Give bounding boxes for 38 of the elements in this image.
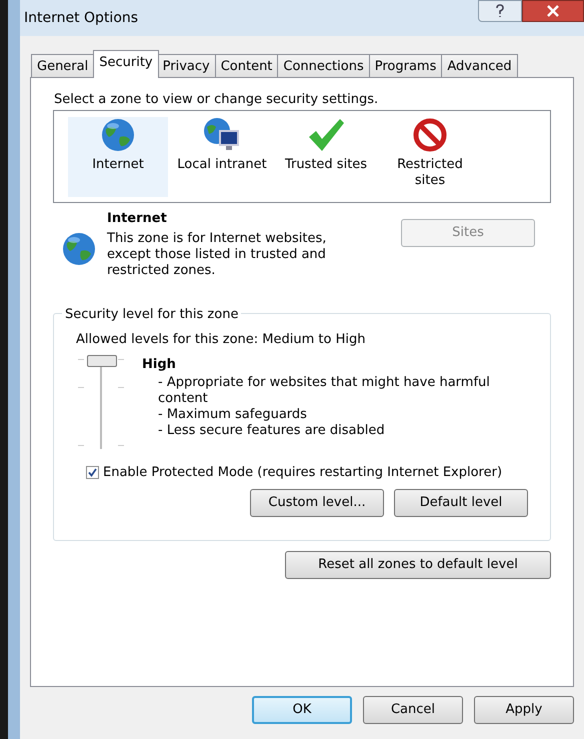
help-icon <box>495 4 505 18</box>
dialog-button[interactable]: OK <box>252 696 352 724</box>
protected-mode-label: Enable Protected Mode (requires restarting Internet Explorer) <box>103 464 502 482</box>
zone-description: This zone is for Internet websites, except those listed in trusted and restricted zones. <box>107 230 328 278</box>
globe-monitor-icon <box>202 117 242 153</box>
checkmark-icon <box>306 117 346 153</box>
tab[interactable]: Advanced <box>441 54 518 78</box>
dialog-button[interactable]: Apply <box>474 696 574 724</box>
slider-thumb[interactable] <box>87 355 117 367</box>
help-button[interactable] <box>478 0 522 22</box>
level-detail: - Maximum safeguards <box>158 406 308 422</box>
tab[interactable]: Privacy <box>156 54 216 78</box>
tab[interactable]: Content <box>214 54 278 78</box>
globe-icon <box>100 117 136 153</box>
zone-prompt: Select a zone to view or change security settings. <box>54 91 380 109</box>
close-button[interactable] <box>522 0 584 22</box>
zone-item[interactable]: Trusted sites <box>276 117 376 197</box>
dialog-button[interactable]: Cancel <box>363 696 463 724</box>
level-button[interactable]: Default level <box>394 488 528 516</box>
tab[interactable]: Programs <box>368 54 442 78</box>
zone-item[interactable]: Restricted sites <box>380 117 480 197</box>
globe-icon <box>61 231 97 267</box>
zone-item[interactable]: Internet <box>68 117 168 197</box>
tab[interactable]: Connections <box>277 54 370 78</box>
no-entry-icon <box>412 117 448 153</box>
level-name: High <box>142 356 177 374</box>
close-icon <box>547 5 559 17</box>
tab[interactable]: Security <box>93 50 159 78</box>
zone-title: Internet <box>107 210 168 228</box>
level-button[interactable]: Custom level... <box>250 488 384 516</box>
protected-mode-checkbox[interactable] <box>86 466 99 480</box>
reset-zones-button[interactable]: Reset all zones to default level <box>285 550 551 578</box>
zone-item[interactable]: Local intranet <box>172 117 272 197</box>
tab[interactable]: General <box>31 54 94 78</box>
level-detail: - Appropriate for websites that might have harmful content <box>158 374 491 406</box>
level-detail: - Less secure features are disabled <box>158 422 386 438</box>
allowed-levels-text: Allowed levels for this zone: Medium to High <box>76 330 366 348</box>
window-title: Internet Options <box>24 9 138 28</box>
